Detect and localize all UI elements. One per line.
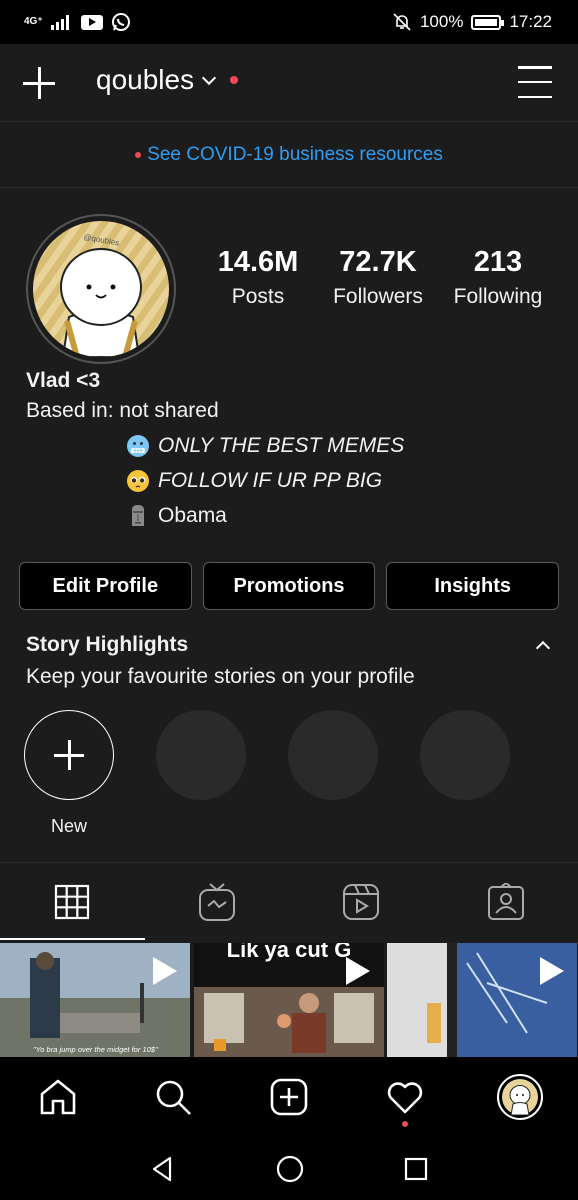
username: qoubles bbox=[96, 64, 195, 95]
battery-icon bbox=[471, 14, 505, 30]
promotions-button[interactable]: Promotions bbox=[202, 562, 376, 610]
tab-tagged[interactable] bbox=[434, 863, 578, 940]
location-line: Based in: not shared bbox=[26, 399, 219, 422]
silent-bell-icon bbox=[393, 13, 411, 31]
bottom-navigation bbox=[0, 1057, 578, 1137]
reels-icon bbox=[343, 883, 380, 920]
covid-resources-link[interactable]: See COVID-19 business resources bbox=[147, 144, 443, 166]
profile-avatar-icon bbox=[497, 1074, 544, 1120]
home-icon bbox=[40, 1079, 76, 1115]
chevron-up-icon[interactable] bbox=[535, 640, 551, 656]
video-play-icon bbox=[152, 957, 177, 985]
nav-search[interactable] bbox=[116, 1057, 232, 1137]
bio-line: FOLLOW IF UR PP BIG bbox=[26, 466, 566, 496]
bio-text-3: Obama bbox=[158, 504, 227, 527]
heart-icon bbox=[387, 1082, 422, 1114]
hamburger-menu-icon[interactable] bbox=[518, 66, 552, 98]
create-post-icon bbox=[270, 1078, 308, 1116]
account-switcher[interactable]: qoubles bbox=[96, 64, 239, 96]
highlight-placeholder bbox=[288, 710, 378, 837]
posts-grid: "Yo bra jump over the midget for 10$" Li… bbox=[0, 943, 578, 1057]
search-icon bbox=[157, 1080, 192, 1115]
chevron-down-icon bbox=[202, 70, 217, 86]
profile-tabs bbox=[0, 862, 578, 940]
following-label: Following bbox=[453, 285, 543, 308]
post-thumbnail[interactable]: "Yo bra jump over the midget for 10$" bbox=[0, 943, 191, 1057]
notification-dot bbox=[230, 76, 239, 84]
profile-stats: 14.6M Posts 72.7K Followers 213 Followin… bbox=[198, 246, 558, 309]
highlights-row: New bbox=[24, 710, 510, 837]
whatsapp-icon bbox=[111, 13, 130, 31]
profile-actions: Edit Profile Promotions Insights bbox=[19, 562, 560, 610]
posts-value: 14.6M bbox=[217, 246, 299, 278]
grid-icon bbox=[55, 884, 90, 919]
cold-face-emoji-icon bbox=[127, 435, 149, 458]
signal-icon bbox=[50, 15, 69, 30]
followers-value: 72.7K bbox=[339, 246, 417, 278]
bio-line: Obama bbox=[26, 501, 566, 531]
back-icon[interactable] bbox=[150, 1156, 176, 1182]
tagged-icon bbox=[487, 882, 524, 920]
story-highlights-title: Story Highlights bbox=[26, 633, 189, 656]
tab-igtv[interactable] bbox=[145, 863, 290, 940]
pleading-face-emoji-icon bbox=[127, 470, 149, 493]
new-highlight[interactable]: New bbox=[24, 710, 114, 837]
following-count[interactable]: 213 Following bbox=[438, 246, 558, 309]
video-play-icon bbox=[346, 957, 371, 985]
home-circle-icon[interactable] bbox=[276, 1155, 304, 1183]
status-bar: 4G⁺ 100% 17:22 bbox=[0, 0, 578, 44]
post-thumbnail[interactable] bbox=[387, 943, 578, 1057]
nav-profile[interactable] bbox=[462, 1057, 578, 1137]
clock: 17:22 bbox=[509, 12, 552, 31]
add-highlight-icon bbox=[24, 710, 114, 800]
tab-posts-grid[interactable] bbox=[0, 863, 145, 940]
nav-home[interactable] bbox=[0, 1057, 116, 1137]
followers-label: Followers bbox=[333, 285, 423, 308]
avatar-image: @qoubles bbox=[33, 221, 169, 357]
insights-button[interactable]: Insights bbox=[386, 562, 560, 610]
following-value: 213 bbox=[473, 246, 523, 278]
edit-profile-button[interactable]: Edit Profile bbox=[19, 562, 192, 610]
nav-activity[interactable] bbox=[347, 1057, 463, 1137]
display-name: Vlad <3 bbox=[26, 369, 101, 392]
profile-bio: Vlad <3 Based in: not shared ONLY THE BE… bbox=[26, 366, 566, 531]
profile-avatar[interactable]: @qoubles bbox=[26, 214, 176, 364]
video-play-icon bbox=[540, 957, 565, 985]
profile-header: qoubles bbox=[0, 44, 578, 122]
create-post-button[interactable] bbox=[20, 64, 58, 102]
bio-line: ONLY THE BEST MEMES bbox=[26, 431, 566, 461]
highlight-placeholder bbox=[156, 710, 246, 837]
new-highlight-label: New bbox=[50, 816, 87, 836]
bio-text-2: FOLLOW IF UR PP BIG bbox=[158, 469, 383, 492]
tab-reels[interactable] bbox=[289, 863, 434, 940]
nav-create[interactable] bbox=[231, 1057, 347, 1137]
story-highlights-subtitle: Keep your favourite stories on your prof… bbox=[26, 665, 415, 688]
igtv-icon bbox=[198, 882, 235, 921]
followers-count[interactable]: 72.7K Followers bbox=[318, 246, 438, 309]
recents-icon[interactable] bbox=[404, 1157, 428, 1181]
network-indicator: 4G⁺ bbox=[24, 16, 43, 27]
covid-banner: See COVID-19 business resources bbox=[0, 122, 578, 188]
system-navigation-bar bbox=[0, 1137, 578, 1200]
activity-notification-dot bbox=[401, 1121, 408, 1127]
posts-count[interactable]: 14.6M Posts bbox=[198, 246, 318, 309]
youtube-notification-icon bbox=[80, 14, 103, 30]
moai-emoji-icon bbox=[132, 505, 144, 527]
post-thumbnail[interactable]: Lik ya cut G bbox=[193, 943, 385, 1057]
banner-dot bbox=[135, 151, 142, 158]
posts-label: Posts bbox=[231, 285, 285, 308]
highlight-placeholder bbox=[420, 710, 510, 837]
battery-percent: 100% bbox=[419, 12, 464, 31]
bio-text-1: ONLY THE BEST MEMES bbox=[158, 434, 405, 457]
post-caption: "Yo bra jump over the midget for 10$" bbox=[33, 1045, 158, 1054]
